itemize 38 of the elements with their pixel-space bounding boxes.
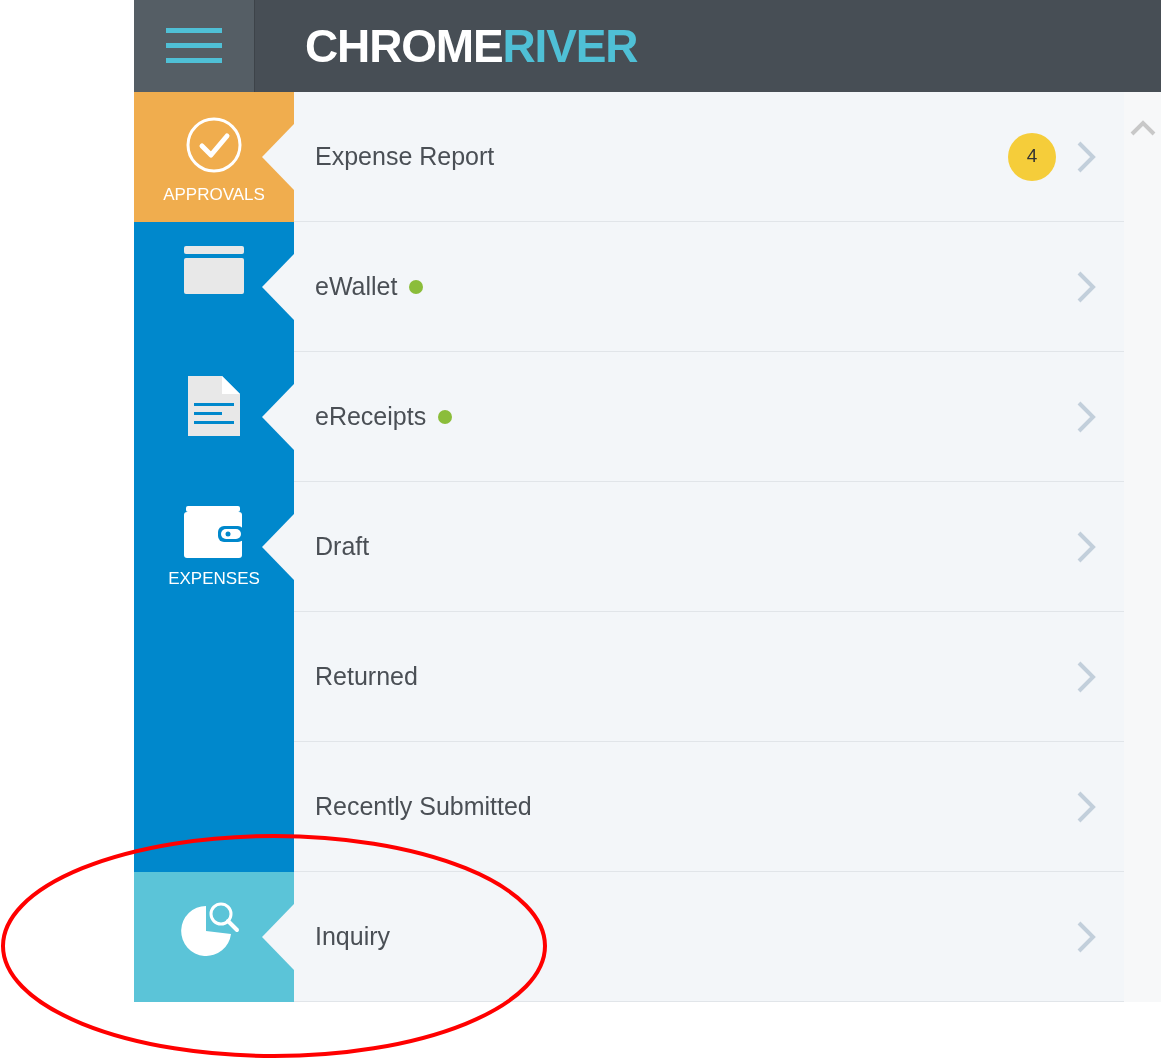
- row-label: Expense Report: [315, 140, 495, 172]
- chevron-right-icon: [1076, 789, 1096, 824]
- row-label: eReceipts: [315, 400, 427, 432]
- pointer-notch: [262, 124, 294, 190]
- logo-text-accent: RIVER: [502, 23, 638, 69]
- section-label: EXPENSES: [168, 568, 260, 590]
- row-label: Recently Submitted: [315, 790, 532, 822]
- row-label: Draft: [315, 530, 370, 562]
- chevron-right-icon: [1076, 399, 1096, 434]
- pointer-notch: [262, 384, 294, 450]
- chevron-right-icon: [1076, 139, 1096, 174]
- chevron-right-icon: [1076, 529, 1096, 564]
- section-label: APPROVALS: [163, 184, 265, 206]
- card-icon: [184, 246, 244, 294]
- chevron-right-icon: [1076, 919, 1096, 954]
- scroll-up-icon[interactable]: [1129, 120, 1156, 136]
- pointer-notch: [262, 904, 294, 970]
- menu-icon: [166, 28, 222, 64]
- count-badge: 4: [1008, 132, 1056, 181]
- menu-row[interactable]: Recently Submitted: [294, 742, 1124, 872]
- pointer-notch: [262, 514, 294, 580]
- section-tile[interactable]: [134, 872, 294, 1002]
- menu-button[interactable]: [134, 0, 255, 92]
- row-label: Returned: [315, 660, 418, 692]
- menu-row[interactable]: Returned: [294, 612, 1124, 742]
- section-tile[interactable]: [134, 222, 294, 352]
- logo-text: CHROME: [305, 23, 503, 69]
- pointer-notch: [262, 254, 294, 320]
- chevron-right-icon: [1076, 269, 1096, 304]
- row-label: Inquiry: [315, 920, 391, 952]
- chevron-right-icon: [1076, 659, 1096, 694]
- row-label: eWallet: [315, 270, 398, 302]
- document-icon: [188, 376, 240, 436]
- scrollbar[interactable]: [1124, 92, 1161, 1002]
- checkmark-circle-icon: [185, 116, 243, 174]
- wallet-icon: [184, 506, 244, 558]
- section-tile[interactable]: EXPENSES: [134, 482, 294, 612]
- section-tile[interactable]: [134, 742, 294, 872]
